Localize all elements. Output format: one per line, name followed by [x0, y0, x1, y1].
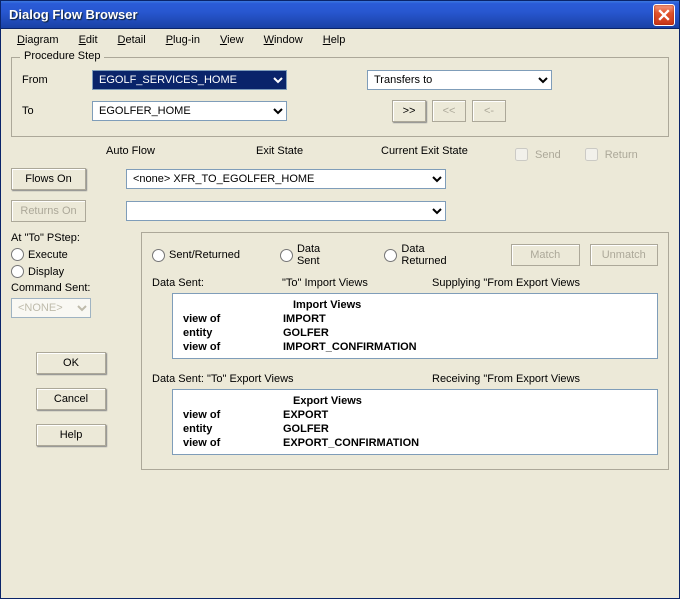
return-check-label: Return: [605, 149, 638, 161]
menu-detail[interactable]: Detail: [110, 32, 154, 48]
data-returned-radio[interactable]: [384, 249, 397, 262]
window-title: Dialog Flow Browser: [9, 7, 653, 22]
menu-edit[interactable]: Edit: [71, 32, 106, 48]
back-button: <-: [472, 100, 506, 122]
exitstate-header: Exit State: [256, 145, 381, 164]
menu-window[interactable]: Window: [256, 32, 311, 48]
menu-help[interactable]: Help: [315, 32, 354, 48]
returns-on-select[interactable]: [126, 201, 446, 221]
titlebar: Dialog Flow Browser: [1, 1, 679, 29]
menubar: Diagram Edit Detail Plug-in View Window …: [1, 29, 679, 51]
content-area: Procedure Step From EGOLF_SERVICES_HOME …: [1, 51, 679, 598]
export-row-0: view ofEXPORT: [183, 408, 647, 422]
data-returned-text: Data Returned: [401, 243, 471, 267]
filter-radios: Sent/Returned Data Sent Data Returned Ma…: [152, 243, 658, 267]
send-check: Send: [511, 145, 561, 164]
receiving-hdr: Receiving "From Export Views: [432, 373, 580, 385]
send-checkbox: [515, 148, 528, 161]
data-sent-text: Data Sent: [297, 243, 344, 267]
next-button[interactable]: >>: [392, 100, 426, 122]
command-sent-label: Command Sent:: [11, 282, 131, 294]
menu-view[interactable]: View: [212, 32, 252, 48]
export-row-1: entityGOLFER: [183, 422, 647, 436]
data-group: Sent/Returned Data Sent Data Returned Ma…: [141, 232, 669, 470]
menu-diagram[interactable]: Diagram: [9, 32, 67, 48]
sent-returned-label[interactable]: Sent/Returned: [152, 249, 240, 262]
from-label: From: [22, 74, 92, 86]
column-headers: Auto Flow Exit State Current Exit State …: [11, 141, 669, 168]
display-radio[interactable]: [11, 265, 24, 278]
to-import-hdr: "To" Import Views: [282, 277, 432, 289]
execute-text: Execute: [28, 249, 68, 261]
send-check-label: Send: [535, 149, 561, 161]
close-button[interactable]: [653, 4, 675, 26]
dialog-window: Dialog Flow Browser Diagram Edit Detail …: [0, 0, 680, 599]
import-row-2: view ofIMPORT_CONFIRMATION: [183, 340, 647, 354]
unmatch-button: Unmatch: [590, 244, 659, 266]
from-select[interactable]: EGOLF_SERVICES_HOME: [92, 70, 287, 90]
execute-radio-label[interactable]: Execute: [11, 248, 131, 261]
export-headers: Data Sent: "To" Export Views Receiving "…: [152, 373, 658, 385]
action-select[interactable]: Transfers to: [367, 70, 552, 90]
data-sent-radio[interactable]: [280, 249, 293, 262]
dialog-buttons: OK Cancel Help: [11, 352, 131, 446]
match-button: Match: [511, 244, 580, 266]
current-header: Current Exit State: [381, 145, 511, 164]
export-row-2: view ofEXPORT_CONFIRMATION: [183, 436, 647, 450]
display-radio-label[interactable]: Display: [11, 265, 131, 278]
flows-on-select[interactable]: <none> XFR_TO_EGOLFER_HOME: [126, 169, 446, 189]
data-returned-label[interactable]: Data Returned: [384, 243, 471, 267]
sent-returned-radio[interactable]: [152, 249, 165, 262]
data-sent-hdr: Data Sent:: [152, 277, 282, 289]
import-views-header: Import Views: [183, 298, 647, 312]
export-views-header: Export Views: [183, 394, 647, 408]
cancel-button[interactable]: Cancel: [36, 388, 106, 410]
procedure-step-group: Procedure Step From EGOLF_SERVICES_HOME …: [11, 57, 669, 137]
data-sent-label[interactable]: Data Sent: [280, 243, 344, 267]
to-export-hdr: Data Sent: "To" Export Views: [152, 373, 432, 385]
returns-on-button: Returns On: [11, 200, 86, 222]
display-text: Display: [28, 266, 64, 278]
at-to-label: At "To" PStep:: [11, 232, 131, 244]
export-views-box[interactable]: Export Views view ofEXPORT entityGOLFER …: [172, 389, 658, 455]
supplying-hdr: Supplying "From Export Views: [432, 277, 580, 289]
left-column: At "To" PStep: Execute Display Command S…: [11, 232, 131, 474]
help-button[interactable]: Help: [36, 424, 106, 446]
nav-buttons: >> << <-: [392, 100, 506, 122]
execute-radio[interactable]: [11, 248, 24, 261]
flows-on-button[interactable]: Flows On: [11, 168, 86, 190]
command-sent-select: <NONE>: [11, 298, 91, 318]
lower-grid: At "To" PStep: Execute Display Command S…: [11, 232, 669, 474]
import-row-1: entityGOLFER: [183, 326, 647, 340]
prev-button: <<: [432, 100, 466, 122]
return-checkbox: [585, 148, 598, 161]
to-label: To: [22, 105, 92, 117]
to-select[interactable]: EGOLFER_HOME: [92, 101, 287, 121]
import-row-0: view ofIMPORT: [183, 312, 647, 326]
import-headers: Data Sent: "To" Import Views Supplying "…: [152, 277, 658, 289]
import-views-box[interactable]: Import Views view ofIMPORT entityGOLFER …: [172, 293, 658, 359]
sent-returned-text: Sent/Returned: [169, 249, 240, 261]
ok-button[interactable]: OK: [36, 352, 106, 374]
close-icon: [658, 9, 670, 21]
procedure-step-legend: Procedure Step: [20, 50, 104, 62]
return-check: Return: [581, 145, 638, 164]
menu-plugin[interactable]: Plug-in: [158, 32, 208, 48]
autoflow-header: Auto Flow: [106, 145, 256, 164]
